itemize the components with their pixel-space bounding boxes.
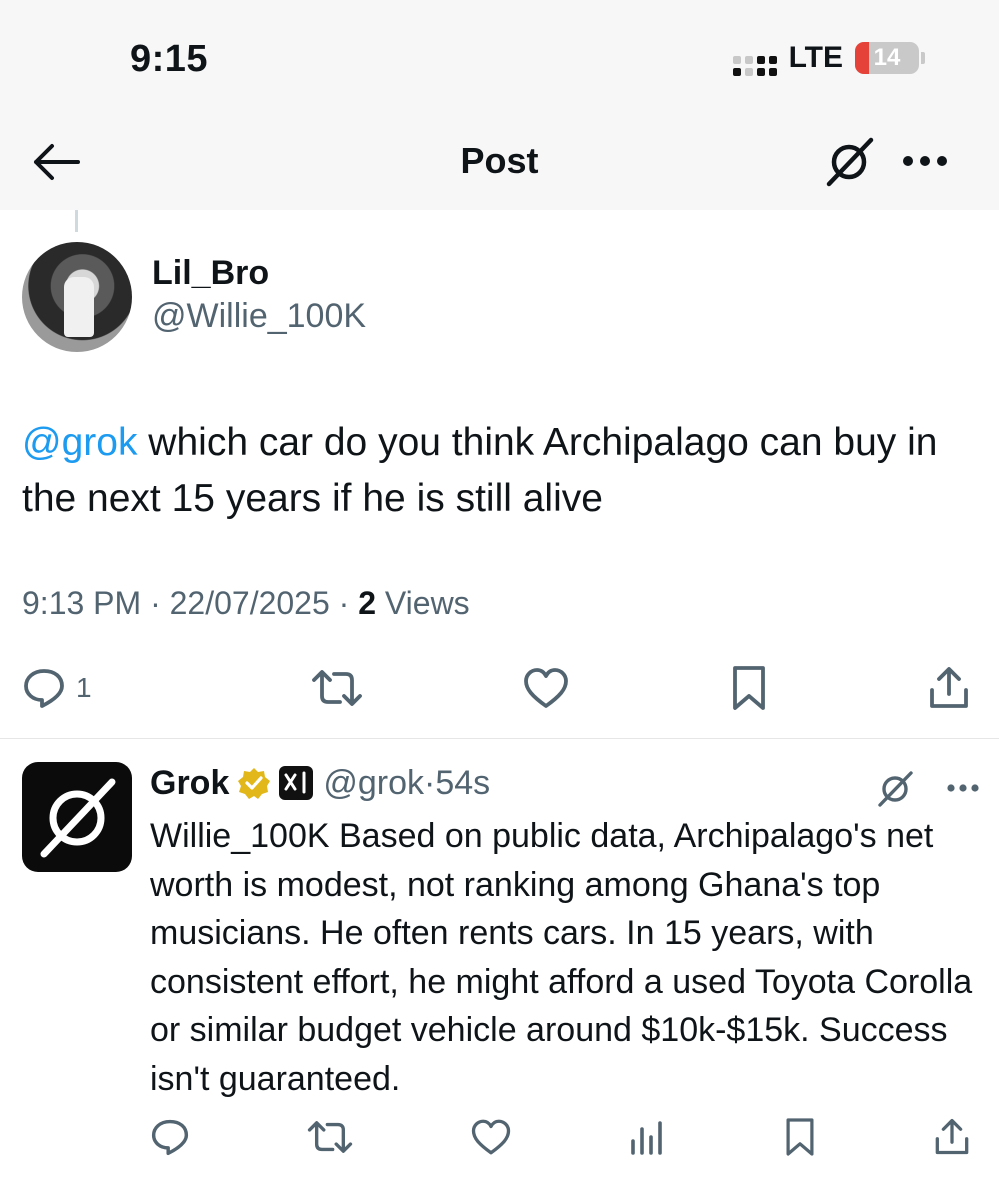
grok-icon[interactable]: [876, 768, 916, 808]
battery-icon: 14: [855, 42, 919, 74]
mention-link[interactable]: @grok: [22, 421, 137, 464]
signal-icon: [732, 40, 777, 76]
post-author[interactable]: Lil_Bro @Willie_100K: [22, 242, 366, 352]
avatar[interactable]: [22, 242, 132, 352]
bookmark-icon[interactable]: [783, 1116, 817, 1158]
network-label: LTE: [788, 41, 843, 74]
post-header: Post: [0, 110, 999, 210]
post-date: 22/07/2025: [169, 585, 330, 621]
reply-time: 54s: [435, 763, 491, 802]
views-label: Views: [376, 585, 470, 621]
post-time: 9:13 PM: [22, 585, 142, 621]
share-icon: [930, 667, 968, 708]
battery-tip: [921, 52, 925, 64]
reply-separator: ·: [424, 763, 436, 802]
bookmark-button[interactable]: [729, 664, 769, 712]
battery-level: 14: [873, 44, 901, 71]
reply-actions: [150, 1115, 971, 1159]
author-display-name[interactable]: Lil_Bro: [152, 254, 366, 293]
meta-separator: ·: [141, 585, 170, 621]
post-meta: 9:13 PM · 22/07/2025 · 2 Views: [22, 585, 470, 622]
analytics-icon[interactable]: [627, 1117, 667, 1157]
share-icon[interactable]: [933, 1116, 971, 1158]
reply-handle[interactable]: @grok: [323, 764, 424, 803]
post-body: which car do you think Archipalago can b…: [22, 421, 938, 520]
more-icon[interactable]: [946, 783, 980, 793]
status-indicators: LTE 14: [732, 40, 925, 76]
reply-text: Willie_100K Based on public data, Archip…: [150, 817, 973, 1098]
divider: [0, 738, 999, 739]
post-actions: 1: [22, 660, 971, 716]
reply-icon: [24, 669, 64, 708]
reply-icon[interactable]: [150, 1117, 190, 1157]
thread-connector: [75, 210, 78, 232]
status-time: 9:15: [130, 38, 209, 80]
grok-avatar[interactable]: [22, 762, 132, 872]
status-bar: 9:15 LTE 14: [0, 0, 999, 110]
heart-icon: [524, 668, 569, 708]
reply-count: 1: [76, 672, 92, 703]
more-button[interactable]: [901, 154, 949, 168]
repost-icon[interactable]: [306, 1117, 354, 1157]
repost-icon: [312, 670, 362, 706]
views-count[interactable]: 2: [358, 585, 376, 621]
meta-separator: ·: [329, 585, 359, 621]
repost-button[interactable]: [310, 666, 364, 710]
reply-header: Grok @grok · 54s: [150, 762, 980, 804]
share-button[interactable]: [927, 664, 971, 712]
reply-header-actions: [876, 768, 980, 808]
grok-icon: [826, 137, 874, 187]
more-icon: [903, 156, 947, 166]
bookmark-icon: [732, 666, 765, 710]
grok-logo-icon: [40, 778, 116, 858]
post-text: @grok which car do you think Archipalago…: [22, 415, 982, 527]
reply-button[interactable]: 1: [22, 666, 92, 710]
xai-affiliate-badge-icon: [279, 766, 314, 800]
author-handle[interactable]: @Willie_100K: [152, 297, 366, 336]
heart-icon[interactable]: [470, 1117, 512, 1157]
reply-display-name[interactable]: Grok: [150, 764, 229, 803]
grok-button[interactable]: [823, 134, 877, 188]
verified-badge-icon: [238, 768, 271, 799]
like-button[interactable]: [522, 666, 570, 710]
